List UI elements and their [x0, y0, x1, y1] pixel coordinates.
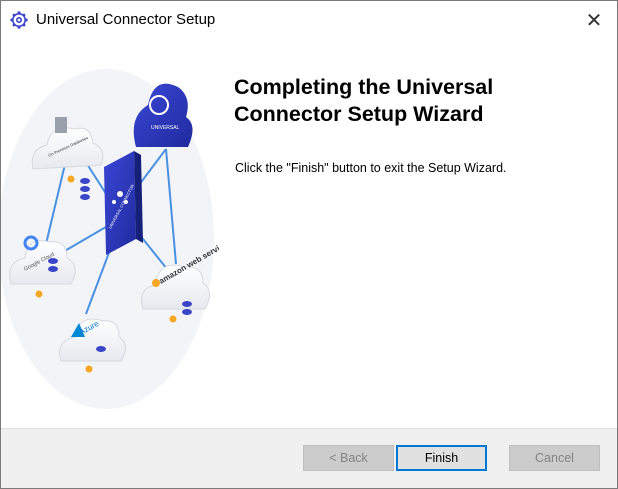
title-bar: Universal Connector Setup ✕	[1, 1, 617, 39]
close-button[interactable]: ✕	[571, 1, 617, 39]
back-button[interactable]: < Back	[303, 445, 394, 471]
instruction-text: Click the "Finish" button to exit the Se…	[235, 161, 507, 175]
window-title: Universal Connector Setup	[36, 11, 216, 28]
button-bar: < Back Finish Cancel	[1, 428, 617, 488]
page-heading: Completing the Universal Connector Setup…	[234, 75, 494, 126]
hub-box: UNIVERSAL CONNECTOR	[104, 151, 143, 255]
finish-button[interactable]: Finish	[396, 445, 487, 471]
app-icon	[10, 11, 28, 29]
setup-wizard-window: Universal Connector Setup ✕ UNIVERSAL UN…	[0, 0, 618, 489]
close-icon: ✕	[585, 9, 603, 32]
brand-cloud-label: UNIVERSAL	[151, 125, 180, 131]
connector-illustration: UNIVERSAL UNIVERSAL CONNECTOR On Premise…	[1, 69, 219, 409]
cancel-button[interactable]: Cancel	[509, 445, 600, 471]
